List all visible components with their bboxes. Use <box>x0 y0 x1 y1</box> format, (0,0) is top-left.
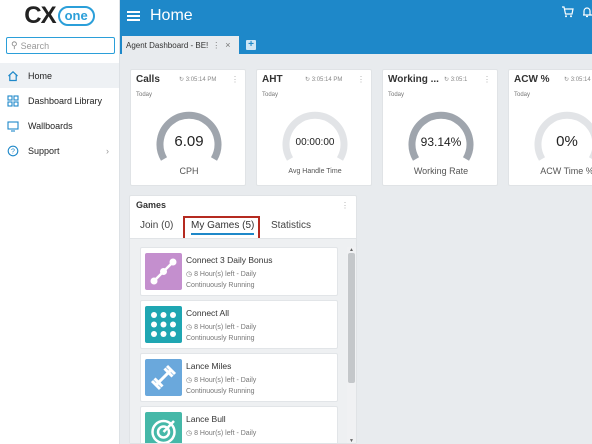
tab-statistics[interactable]: Statistics <box>271 220 311 231</box>
widget-label: Avg Handle Time <box>288 168 342 175</box>
add-tab-button[interactable]: + <box>246 40 256 50</box>
logo-cx-text: CX <box>24 2 56 29</box>
game-name: Connect 3 Daily Bonus <box>186 255 273 265</box>
sidebar-item-support[interactable]: ? Support › <box>0 138 119 163</box>
sidebar-item-home[interactable]: Home <box>0 63 119 88</box>
widget-period: Today <box>514 92 531 98</box>
svg-text:?: ? <box>11 148 15 155</box>
scroll-thumb[interactable] <box>348 253 355 383</box>
sidebar-nav: Home Dashboard Library Wallboards ? Supp… <box>0 63 119 163</box>
game-name: Connect All <box>186 308 229 318</box>
widget-calls[interactable]: Calls ↻ 3:05:14 PM ⋮ Today 6.09 CPH <box>130 69 246 186</box>
chevron-right-icon: › <box>106 145 109 156</box>
game-list: Connect 3 Daily Bonus ◷ 8 Hour(s) left -… <box>130 239 356 443</box>
widget-period: Today <box>262 92 279 98</box>
game-status: Continuously Running <box>186 282 255 289</box>
monitor-icon <box>7 120 19 132</box>
widget-value: 6.09 <box>174 133 204 150</box>
cart-icon[interactable] <box>561 6 574 21</box>
game-card[interactable]: Connect 3 Daily Bonus ◷ 8 Hour(s) left -… <box>140 247 338 296</box>
games-title: Games <box>136 200 167 210</box>
sidebar-item-label: Dashboard Library <box>28 95 103 106</box>
search-input[interactable] <box>20 40 111 51</box>
sidebar-item-label: Home <box>28 70 53 81</box>
dashboard-icon <box>7 94 19 107</box>
widget-label: CPH <box>179 166 199 176</box>
page-title: Home <box>150 7 193 24</box>
widget-more-icon[interactable]: ⋮ <box>483 75 491 84</box>
game-status: Continuously Running <box>186 335 255 342</box>
widget-more-icon[interactable]: ⋮ <box>357 75 365 84</box>
game-time: ◷ 8 Hour(s) left - Daily <box>186 324 257 331</box>
game-card[interactable]: Lance Bull ◷ 8 Hour(s) left - Daily <box>140 406 338 443</box>
widget-period: Today <box>388 92 405 98</box>
tab-join[interactable]: Join (0) <box>140 220 173 231</box>
cxone-logo[interactable]: CX one <box>0 0 119 32</box>
game-time: ◷ 8 Hour(s) left - Daily <box>186 377 257 384</box>
tab-agent-dashboard[interactable]: Agent Dashboard - BE! ⋮ × <box>122 36 239 54</box>
game-status: Continuously Running <box>186 388 255 395</box>
widget-title: Working ... <box>388 74 439 85</box>
widget-refresh-time: ↻ 3:05:14 PM <box>179 77 217 83</box>
game-name: Lance Miles <box>186 361 232 371</box>
close-icon[interactable]: × <box>225 40 230 50</box>
help-icon: ? <box>7 145 19 156</box>
logo-one-text: one <box>57 6 95 26</box>
widget-title: AHT <box>262 74 283 85</box>
game-card[interactable]: Connect All ◷ 8 Hour(s) left - Daily Con… <box>140 300 338 349</box>
widget-aht[interactable]: AHT ↻ 3:05:14 PM ⋮ Today 00:00:00 Avg Ha… <box>256 69 372 186</box>
dashboard-tab-strip: Agent Dashboard - BE! ⋮ × + <box>120 32 592 54</box>
widget-acw[interactable]: ACW % ↻ 3:05:14 Today 0% ACW Time % <box>508 69 592 186</box>
home-icon <box>8 70 18 81</box>
widget-label: ACW Time % <box>540 166 592 176</box>
tab-label: Agent Dashboard - BE! <box>126 40 209 50</box>
widget-title: Calls <box>136 74 160 85</box>
game-time: ◷ 8 Hour(s) left - Daily <box>186 271 257 278</box>
sidebar: CX one ⚲ Home Dashboard Library Wallboar… <box>0 0 120 444</box>
games-panel: Games ⋮ Join (0) My Games (5) Statistics… <box>129 195 357 444</box>
menu-icon[interactable] <box>127 9 140 23</box>
widget-refresh-time: ↻ 3:05:14 <box>564 77 591 83</box>
widget-title: ACW % <box>514 74 550 85</box>
connect-dots-icon <box>145 253 182 290</box>
bell-icon[interactable] <box>582 6 592 21</box>
top-header: Home <box>120 0 592 32</box>
search-box[interactable]: ⚲ <box>6 37 115 54</box>
widget-refresh-time: ↻ 3:05:1 <box>444 77 468 83</box>
games-scrollbar[interactable]: ▲ ▼ <box>347 247 356 443</box>
scroll-down-icon[interactable]: ▼ <box>347 438 356 443</box>
widget-label: Working Rate <box>413 166 469 176</box>
sidebar-item-label: Support <box>28 145 60 156</box>
search-icon: ⚲ <box>11 40 18 50</box>
tab-more-icon[interactable]: ⋮ <box>212 41 220 50</box>
games-more-icon[interactable]: ⋮ <box>341 201 349 210</box>
widget-more-icon[interactable]: ⋮ <box>231 75 239 84</box>
widget-value: 00:00:00 <box>295 137 335 148</box>
game-card[interactable]: Lance Miles ◷ 8 Hour(s) left - Daily Con… <box>140 353 338 402</box>
game-time: ◷ 8 Hour(s) left - Daily <box>186 430 257 437</box>
sidebar-item-dashboard-library[interactable]: Dashboard Library <box>0 88 119 113</box>
grid-dots-icon <box>145 306 182 343</box>
target-icon <box>145 412 182 443</box>
widget-refresh-time: ↻ 3:05:14 PM <box>305 77 343 83</box>
widget-value: 0% <box>556 133 578 150</box>
sidebar-item-wallboards[interactable]: Wallboards <box>0 113 119 138</box>
sidebar-item-label: Wallboards <box>28 120 73 131</box>
widget-value: 93.14% <box>420 135 462 149</box>
widget-working-rate[interactable]: Working ... ↻ 3:05:1 ⋮ Today 93.14% Work… <box>382 69 498 186</box>
dumbbell-icon <box>145 359 182 396</box>
widget-period: Today <box>136 92 153 98</box>
game-name: Lance Bull <box>186 414 226 424</box>
